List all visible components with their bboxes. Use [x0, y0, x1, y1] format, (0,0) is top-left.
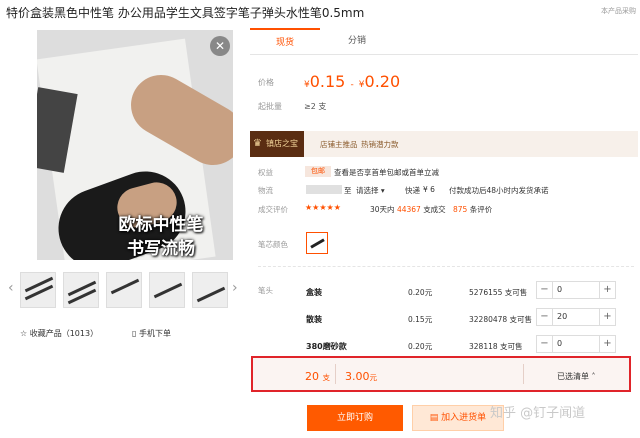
image-overlay-line2: 书写流畅 [127, 239, 195, 259]
spec-stock: 32280478 支可售 [469, 315, 533, 324]
spec-name: 盒装 [306, 288, 322, 297]
express-label: 快递 [405, 186, 420, 195]
shop-tag: 热销潜力款 [361, 140, 399, 149]
reviews-label: 成交评价 [258, 205, 288, 214]
favorite-button[interactable]: ☆ 收藏产品（1013） [20, 328, 98, 339]
minus-button[interactable]: − [537, 282, 553, 298]
spec-price: 0.20元 [408, 342, 433, 351]
cart-icon: ▤ [429, 413, 442, 423]
thumbnail[interactable] [192, 272, 228, 308]
logistics-to: 至 [344, 186, 352, 195]
destination-select[interactable]: 请选择 ▾ [356, 185, 385, 196]
price-range: ¥0.15 - ¥0.20 [304, 72, 401, 91]
quantity-stepper: − 0 + [536, 335, 616, 353]
selected-list-toggle[interactable]: 已选清单 ˄ [557, 371, 596, 382]
rights-label: 权益 [258, 168, 273, 177]
spec-row: 散装 0.15元 32280478 支可售 − 20 + [298, 306, 638, 332]
quantity-stepper: − 20 + [536, 308, 616, 326]
spec-price: 0.20元 [408, 288, 433, 297]
favorite-label: 收藏产品（1013） [29, 329, 99, 338]
logistics-label: 物流 [258, 186, 273, 195]
summary-divider [335, 364, 336, 384]
plus-button[interactable]: + [599, 282, 615, 298]
shipping-fee: ¥ 6 [423, 185, 435, 194]
rating-stars: ★★★★★ [305, 203, 341, 212]
thumb-next-icon[interactable]: › [232, 280, 238, 296]
free-shipping-badge: 包邮 [305, 166, 331, 177]
spec-row: 盒装 0.20元 5276155 支可售 − 0 + [298, 279, 638, 305]
shop-banner: ♛ 镇店之宝 店铺主推品 热销潜力款 [250, 131, 638, 157]
origin-location [306, 185, 342, 194]
thumbnail[interactable] [63, 272, 99, 308]
minus-button[interactable]: − [537, 336, 553, 352]
thumb-prev-icon[interactable]: ‹ [8, 280, 14, 296]
image-overlay-line1: 欧标中性笔 [118, 215, 204, 235]
product-title: 特价盒装黑色中性笔 办公用品学生文具签字笔子弹头水性笔0.5mm [6, 6, 365, 20]
tab-distribution[interactable]: 分销 [322, 28, 392, 54]
product-main-image[interactable]: 欧标中性笔 书写流畅 [37, 30, 233, 260]
min-qty-value: ≥2 支 [304, 102, 327, 111]
spec-stock: 5276155 支可售 [469, 288, 528, 297]
shop-badge: ♛ 镇店之宝 [250, 131, 304, 157]
thumbnail[interactable] [106, 272, 142, 308]
rights-text[interactable]: 查看是否享首单包邮或首单立减 [334, 167, 439, 178]
plus-button[interactable]: + [599, 309, 615, 325]
watermark: 知乎 @钉子闻道 [490, 406, 586, 421]
quantity-input[interactable]: 0 [557, 339, 562, 348]
price-label: 价格 [258, 78, 274, 87]
delivery-promise: 付款成功后48小时内发货承诺 [449, 186, 549, 195]
crown-icon: ♛ [253, 138, 262, 149]
spec-name: 380磨砂款 [306, 342, 347, 351]
thumbnail-strip: ‹ › [8, 272, 240, 308]
phone-order-label: 手机下单 [138, 329, 171, 338]
spec-divider [258, 266, 634, 267]
deal-summary: 30天内 44367 支成交 [370, 205, 446, 214]
tab-divider [250, 54, 638, 55]
plus-button[interactable]: + [599, 336, 615, 352]
quantity-input[interactable]: 20 [557, 312, 567, 321]
spec-name: 散装 [306, 315, 322, 324]
tab-spot[interactable]: 现货 [250, 28, 320, 54]
close-video-icon[interactable]: ✕ [210, 36, 230, 56]
buy-now-button[interactable]: 立即订购 [307, 405, 403, 431]
summary-divider [523, 364, 524, 384]
min-qty-label: 起批量 [258, 102, 282, 111]
color-swatch-black[interactable] [306, 232, 328, 254]
shop-tag: 店铺主推品 [320, 140, 358, 149]
minus-button[interactable]: − [537, 309, 553, 325]
quantity-stepper: − 0 + [536, 281, 616, 299]
top-right-note: 本产品采购 [601, 7, 636, 15]
phone-order-button[interactable]: ▯ 手机下单 [132, 328, 171, 339]
thumbnail[interactable] [149, 272, 185, 308]
thumbnail[interactable] [20, 272, 56, 308]
summary-total: 3.00元 [345, 370, 377, 383]
review-count[interactable]: 875 条评价 [453, 204, 492, 215]
summary-quantity: 20 支 [305, 370, 330, 383]
quantity-input[interactable]: 0 [557, 285, 562, 294]
spec-label: 笔头 [258, 286, 273, 295]
color-label: 笔芯颜色 [258, 240, 288, 249]
order-summary: 20 支 3.00元 已选清单 ˄ [251, 356, 631, 392]
spec-stock: 328118 支可售 [469, 342, 523, 351]
spec-price: 0.15元 [408, 315, 433, 324]
